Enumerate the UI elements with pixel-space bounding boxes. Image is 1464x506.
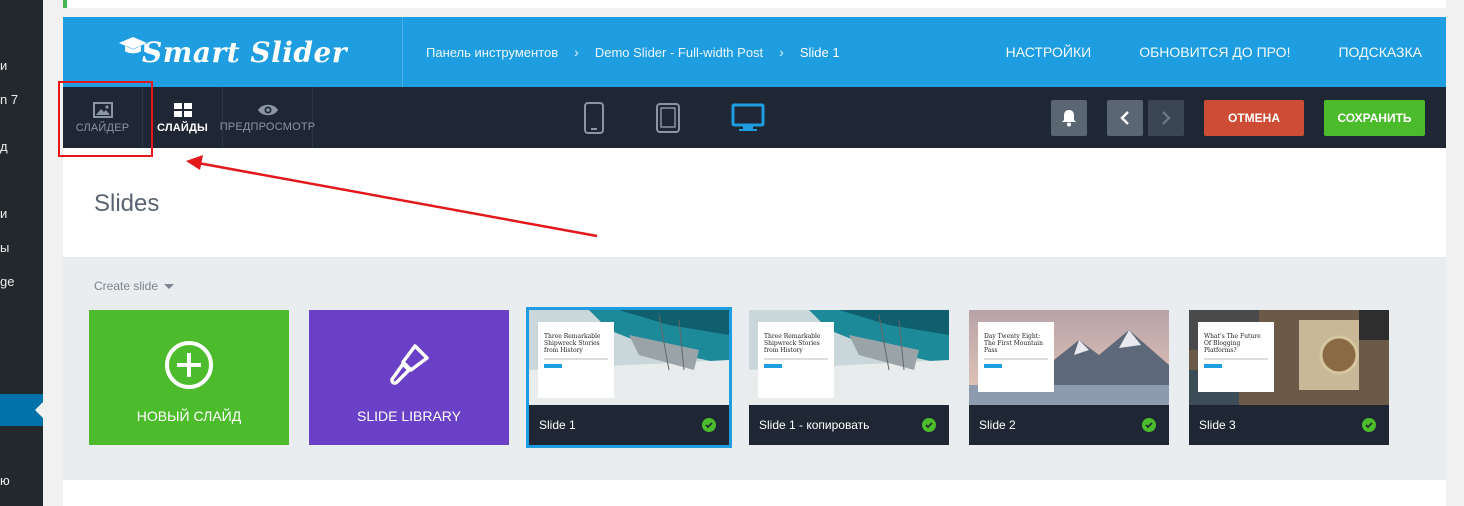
grid-icon [173, 102, 192, 117]
published-check-icon [922, 418, 936, 432]
slides-tab-button[interactable]: СЛАЙДЫ [143, 87, 223, 148]
preview-tab-button[interactable]: ПРЕДПРОСМОТР [219, 87, 316, 148]
breadcrumb-current[interactable]: Slide 1 [800, 45, 840, 60]
slide-card[interactable]: Three Remarkable Shipwreck Stories from … [749, 310, 949, 445]
sidebar-fragment[interactable]: и [0, 206, 7, 221]
save-button[interactable]: СОХРАНИТЬ [1324, 99, 1425, 136]
chevron-right-icon: › [779, 44, 784, 60]
new-slide-tile[interactable]: НОВЫЙ СЛАЙД [89, 310, 289, 445]
sidebar-fragment[interactable]: д [0, 139, 8, 154]
slide-text-card: What's The Future Of Blogging Platforms? [1198, 322, 1274, 392]
caret-down-icon [164, 283, 175, 289]
page-title: Slides [94, 190, 160, 217]
eye-icon [257, 104, 278, 115]
help-link[interactable]: ПОДСКАЗКА [1338, 44, 1422, 60]
sidebar-fragment[interactable]: ы [0, 240, 9, 255]
preview-tab-label: ПРЕДПРОСМОТР [219, 120, 316, 133]
logo-text: Smart Slider [141, 35, 348, 69]
desktop-icon[interactable] [731, 103, 765, 133]
tablet-icon[interactable] [655, 102, 681, 134]
slide-thumbnail: Day Twenty Eight: The First Mountain Pas… [969, 310, 1169, 405]
new-slide-label: НОВЫЙ СЛАЙД [136, 408, 242, 424]
slide-caption: Slide 2 [979, 418, 1016, 432]
slide-library-tile[interactable]: SLIDE LIBRARY [309, 310, 509, 445]
settings-link[interactable]: НАСТРОЙКИ [1006, 44, 1092, 60]
top-bar: Smart Slider Панель инструментов › Demo … [63, 17, 1446, 87]
slide-caption: Slide 1 - копировать [759, 418, 870, 432]
next-slide-button[interactable] [1148, 99, 1184, 136]
chevron-right-icon [1162, 110, 1171, 125]
slide-thumbnail: Three Remarkable Shipwreck Stories from … [749, 310, 949, 405]
plus-circle-icon [165, 341, 213, 389]
admin-notice [63, 0, 1446, 8]
notifications-button[interactable] [1051, 99, 1087, 136]
slide-text-card: Three Remarkable Shipwreck Stories from … [758, 322, 834, 398]
cancel-button[interactable]: ОТМЕНА [1204, 99, 1304, 136]
previous-slide-button[interactable] [1107, 99, 1143, 136]
slide-headline: Three Remarkable Shipwreck Stories from … [544, 333, 601, 354]
chevron-right-icon: › [574, 44, 579, 60]
sidebar-fragment[interactable]: и [0, 58, 7, 73]
breadcrumb: Панель инструментов › Demo Slider - Full… [426, 44, 840, 60]
top-nav: НАСТРОЙКИ ОБНОВИТСЯ ДО ПРО! ПОДСКАЗКА [1006, 17, 1422, 87]
sidebar-fragment[interactable]: ю [0, 473, 10, 488]
logo[interactable]: Smart Slider [63, 17, 403, 87]
slide-card[interactable]: Day Twenty Eight: The First Mountain Pas… [969, 310, 1169, 445]
slide-thumbnail: What's The Future Of Blogging Platforms? [1189, 310, 1389, 405]
mobile-icon[interactable] [583, 101, 605, 135]
slide-library-label: SLIDE LIBRARY [356, 408, 461, 424]
device-switcher [583, 87, 765, 148]
slide-headline: Day Twenty Eight: The First Mountain Pas… [984, 333, 1043, 354]
slide-text-card: Day Twenty Eight: The First Mountain Pas… [978, 322, 1054, 392]
slide-headline: Three Remarkable Shipwreck Stories from … [764, 333, 821, 354]
breadcrumb-slider[interactable]: Demo Slider - Full-width Post [595, 45, 763, 60]
published-check-icon [702, 418, 716, 432]
sidebar-fragment[interactable]: n 7 [0, 92, 18, 107]
slide-caption: Slide 1 [539, 418, 576, 432]
slide-text-card: Three Remarkable Shipwreck Stories from … [538, 322, 614, 398]
heading-area: Slides [63, 148, 1446, 258]
create-slide-dropdown[interactable]: Create slide [94, 279, 175, 293]
bottom-area [63, 480, 1446, 506]
published-check-icon [1362, 418, 1376, 432]
sidebar-active-item[interactable] [0, 394, 43, 426]
published-check-icon [1142, 418, 1156, 432]
slides-tab-label: СЛАЙДЫ [156, 121, 209, 134]
toolbar: СЛАЙДЕР СЛАЙДЫ ПРЕДПРОСМОТР ОТМЕНА СОХРА… [63, 87, 1446, 148]
bell-icon [1062, 109, 1076, 126]
wp-admin-sidebar: и n 7 д и ы ge ю [0, 0, 43, 506]
slide-caption: Slide 3 [1199, 418, 1236, 432]
toolbar-actions: ОТМЕНА СОХРАНИТЬ [1051, 87, 1425, 148]
annotation-highlight-box [58, 81, 153, 157]
sidebar-fragment[interactable]: ge [0, 274, 14, 289]
smart-slider-app: Smart Slider Панель инструментов › Demo … [63, 17, 1446, 506]
create-slide-label: Create slide [94, 279, 159, 293]
chevron-left-icon [1120, 110, 1129, 125]
slide-card[interactable]: Three Remarkable Shipwreck Stories from … [526, 307, 732, 448]
slides-area: Create slide НОВЫЙ СЛАЙД SLIDE LIBRARY T… [63, 258, 1446, 480]
slide-thumbnail: Three Remarkable Shipwreck Stories from … [529, 310, 729, 405]
slide-card[interactable]: What's The Future Of Blogging Platforms?… [1189, 310, 1389, 445]
paintbrush-icon [390, 344, 429, 385]
breadcrumb-dashboard[interactable]: Панель инструментов [426, 45, 558, 60]
upgrade-link[interactable]: ОБНОВИТСЯ ДО ПРО! [1139, 44, 1290, 60]
slide-headline: What's The Future Of Blogging Platforms? [1204, 333, 1261, 354]
